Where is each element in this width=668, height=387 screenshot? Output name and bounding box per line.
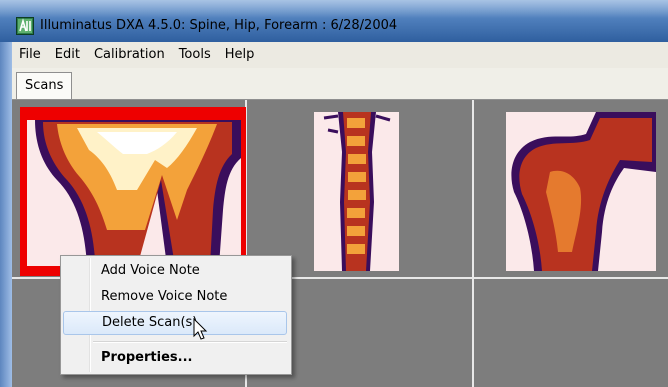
menu-file[interactable]: File [12, 42, 48, 68]
menu-item-add-voice-note[interactable]: Add Voice Note [63, 259, 287, 283]
menu-calibration[interactable]: Calibration [87, 42, 172, 68]
spine-scan-image [323, 112, 391, 271]
tab-strip: Scans [12, 68, 668, 100]
menu-help[interactable]: Help [218, 42, 262, 68]
scan-forearm-thumbnail[interactable] [27, 120, 241, 266]
mouse-cursor-icon [193, 318, 208, 340]
forearm-scan-image [35, 120, 241, 266]
hip-scan-image [511, 112, 656, 271]
menu-tools[interactable]: Tools [172, 42, 218, 68]
app-window: Illuminatus DXA 4.5.0: Spine, Hip, Forea… [0, 0, 668, 387]
scan-spine-thumbnail[interactable] [314, 112, 399, 271]
menu-bar: File Edit Calibration Tools Help [12, 42, 668, 69]
context-menu: Add Voice Note Remove Voice Note Delete … [60, 255, 292, 375]
scan-hip-thumbnail[interactable] [506, 112, 656, 271]
menu-item-properties[interactable]: Properties... [63, 346, 287, 370]
menu-separator [93, 341, 287, 343]
scan-slot-empty[interactable] [474, 279, 668, 387]
app-icon[interactable] [16, 17, 34, 35]
title-bar[interactable]: Illuminatus DXA 4.5.0: Spine, Hip, Forea… [0, 0, 668, 42]
window-title: Illuminatus DXA 4.5.0: Spine, Hip, Forea… [40, 18, 398, 33]
tab-scans[interactable]: Scans [16, 72, 73, 99]
menu-edit[interactable]: Edit [48, 42, 87, 68]
window-frame-left [0, 42, 12, 387]
menu-item-delete-scans[interactable]: Delete Scan(s) [63, 311, 287, 335]
menu-item-remove-voice-note[interactable]: Remove Voice Note [63, 285, 287, 309]
